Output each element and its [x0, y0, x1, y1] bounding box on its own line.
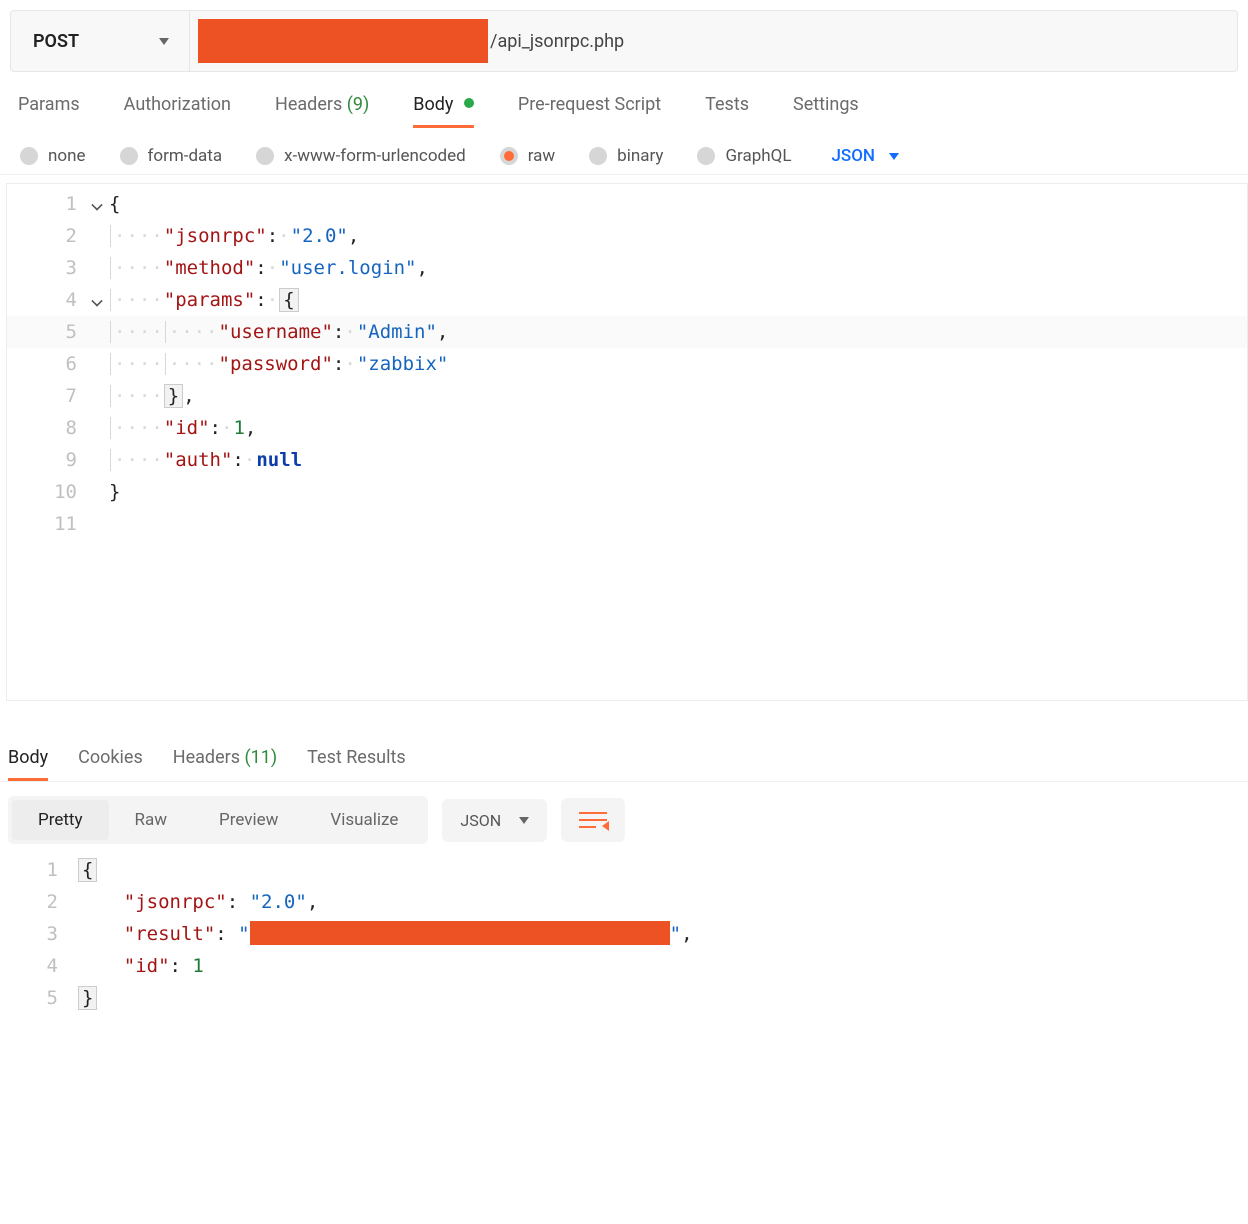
radio-none[interactable]: none	[20, 146, 86, 166]
http-method-label: POST	[33, 31, 79, 52]
tab-prerequest[interactable]: Pre-request Script	[518, 94, 661, 128]
radio-icon	[256, 147, 274, 165]
tab-tests[interactable]: Tests	[705, 94, 749, 128]
tab-body[interactable]: Body	[413, 94, 474, 128]
request-line: POST /api_jsonrpc.php	[10, 10, 1238, 72]
radio-icon	[697, 147, 715, 165]
view-visualize[interactable]: Visualize	[304, 800, 424, 840]
tab-body-label: Body	[413, 94, 453, 115]
chevron-down-icon	[159, 38, 169, 45]
wrap-lines-button[interactable]	[561, 798, 625, 842]
resp-tab-headers[interactable]: Headers (11)	[173, 741, 277, 781]
chevron-down-icon	[519, 817, 529, 824]
body-modified-indicator	[464, 98, 474, 108]
response-type-select[interactable]: JSON	[442, 799, 547, 842]
redacted-host	[198, 19, 488, 63]
http-method-select[interactable]: POST	[11, 11, 190, 71]
request-body-editor[interactable]: 1{ 2····"jsonrpc":·"2.0", 3····"method":…	[6, 183, 1248, 701]
view-raw[interactable]: Raw	[109, 800, 194, 840]
resp-tab-body[interactable]: Body	[8, 741, 48, 781]
radio-icon	[120, 147, 138, 165]
url-suffix: /api_jsonrpc.php	[490, 31, 624, 52]
radio-form-data[interactable]: form-data	[120, 146, 223, 166]
view-preview[interactable]: Preview	[193, 800, 304, 840]
wrap-icon	[579, 810, 607, 830]
radio-icon	[20, 147, 38, 165]
request-tabs: Params Authorization Headers (9) Body Pr…	[0, 72, 1248, 128]
radio-urlencoded[interactable]: x-www-form-urlencoded	[256, 146, 466, 166]
resp-tab-test-results[interactable]: Test Results	[307, 741, 405, 781]
tab-headers[interactable]: Headers (9)	[275, 94, 369, 128]
view-pretty[interactable]: Pretty	[12, 800, 109, 840]
fold-icon[interactable]	[91, 295, 102, 306]
tab-settings[interactable]: Settings	[793, 94, 859, 128]
response-body-editor[interactable]: 1{ 2 "jsonrpc": "2.0", 3 "result": "", 4…	[0, 848, 1248, 1014]
radio-raw[interactable]: raw	[500, 146, 555, 166]
redacted-token	[250, 921, 670, 945]
url-input[interactable]: /api_jsonrpc.php	[190, 11, 1237, 71]
view-mode-group: Pretty Raw Preview Visualize	[8, 796, 428, 844]
body-type-row: none form-data x-www-form-urlencoded raw…	[0, 128, 1248, 175]
resp-tab-cookies[interactable]: Cookies	[78, 741, 143, 781]
tab-headers-label: Headers	[275, 94, 342, 115]
radio-icon	[589, 147, 607, 165]
tab-authorization[interactable]: Authorization	[124, 94, 231, 128]
radio-icon	[500, 147, 518, 165]
response-toolbar: Pretty Raw Preview Visualize JSON	[0, 782, 1248, 848]
radio-graphql[interactable]: GraphQL	[697, 146, 791, 166]
tab-headers-count: (9)	[347, 94, 370, 115]
fold-icon[interactable]	[91, 199, 102, 210]
tab-params[interactable]: Params	[18, 94, 80, 128]
radio-binary[interactable]: binary	[589, 146, 663, 166]
chevron-down-icon	[889, 153, 899, 160]
response-section: Body Cookies Headers (11) Test Results P…	[0, 741, 1248, 1014]
response-tabs: Body Cookies Headers (11) Test Results	[0, 741, 1248, 782]
raw-type-select[interactable]: JSON	[831, 146, 899, 166]
